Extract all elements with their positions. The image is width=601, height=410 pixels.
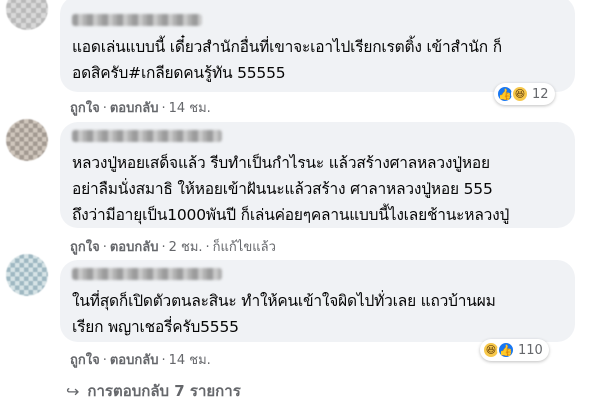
reply-arrow-icon: ↪ [66, 381, 80, 401]
comment-bubble: หลวงปู่หอยเสด็จแล้ว รีบทำเป็นกำไรนะ แล้ว… [60, 122, 575, 228]
view-replies-label: การตอบกลับ 7 รายการ [87, 382, 241, 400]
comment-text-line: แอดเล่นแบบนี้ เดี๋ยวสำนักอื่นที่เขาจะเอา… [72, 38, 502, 56]
comment-text-line: ถึงว่ามีอายุเป็น1000พันปี ก็เล่นค่อยๆคลา… [72, 206, 510, 224]
timestamp[interactable]: 14 ชม. [169, 97, 211, 118]
like-action[interactable]: ถูกใจ [70, 236, 100, 257]
reply-action[interactable]: ตอบกลับ [110, 97, 159, 118]
avatar[interactable] [6, 119, 48, 161]
like-action[interactable]: ถูกใจ [70, 97, 100, 118]
view-replies-link[interactable]: ↪ การตอบกลับ 7 รายการ [66, 379, 241, 403]
comment-text-line: อดสิครับ#เกลียดคนรู้ทัน 55555 [72, 64, 286, 82]
reply-action[interactable]: ตอบกลับ [110, 349, 159, 370]
comment-text-line: หลวงปู่หอยเสด็จแล้ว รีบทำเป็นกำไรนะ แล้ว… [72, 154, 490, 172]
reaction-count: 110 [518, 342, 543, 358]
edited-label[interactable]: ก็แก้ไขแล้ว [213, 236, 276, 257]
separator-dot: · [102, 101, 107, 116]
comment-actions: ถูกใจ · ตอบกลับ · 14 ชม. [70, 97, 211, 118]
separator-dot: · [161, 353, 166, 368]
comment-text-line: เรียก พญาเชอรี่ครับ5555 [72, 318, 239, 336]
reply-action[interactable]: ตอบกลับ [110, 236, 159, 257]
like-icon: 👍 [497, 341, 515, 359]
comment-bubble: แอดเล่นแบบนี้ เดี๋ยวสำนักอื่นที่เขาจะเอา… [60, 0, 575, 92]
comment-text-line: อย่าลืมนั่งสมาธิ ให้หอยเข้าฝันนะแล้วสร้า… [72, 180, 493, 198]
haha-icon: 😆 [511, 85, 529, 103]
reaction-count: 12 [532, 86, 549, 102]
comment-actions: ถูกใจ · ตอบกลับ · 2 ชม. · ก็แก้ไขแล้ว [70, 236, 276, 257]
separator-dot: · [102, 240, 107, 255]
like-action[interactable]: ถูกใจ [70, 349, 100, 370]
commenter-name[interactable] [72, 130, 222, 142]
separator-dot: · [161, 240, 166, 255]
separator-dot: · [102, 353, 107, 368]
comment-actions: ถูกใจ · ตอบกลับ · 14 ชม. [70, 349, 211, 370]
avatar[interactable] [6, 0, 48, 30]
separator-dot: · [205, 240, 210, 255]
comment-text-line: ในที่สุดก็เปิดตัวตนละสินะ ทำให้คนเข้าใจผ… [72, 292, 496, 310]
timestamp[interactable]: 2 ชม. [169, 236, 203, 257]
commenter-name[interactable] [72, 268, 222, 280]
timestamp[interactable]: 14 ชม. [169, 349, 211, 370]
reaction-summary[interactable]: 👍 😆 12 [494, 83, 555, 105]
commenter-name[interactable] [72, 14, 202, 26]
reaction-summary[interactable]: 😆 👍 110 [480, 339, 549, 361]
comment-bubble: ในที่สุดก็เปิดตัวตนละสินะ ทำให้คนเข้าใจผ… [60, 260, 575, 342]
avatar[interactable] [6, 254, 48, 296]
separator-dot: · [161, 101, 166, 116]
